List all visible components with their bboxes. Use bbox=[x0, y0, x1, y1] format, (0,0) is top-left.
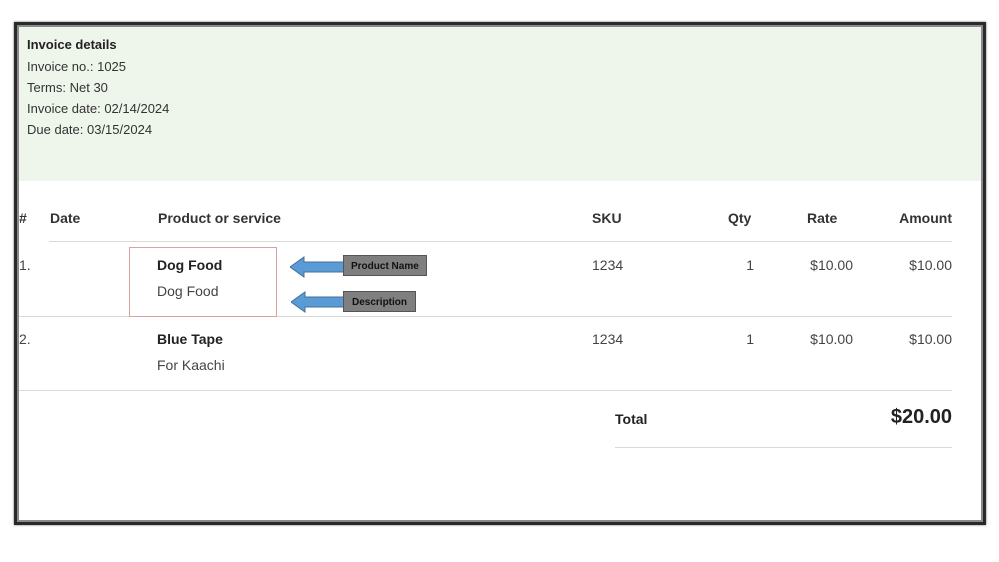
description-arrow-icon bbox=[291, 291, 347, 313]
header-divider bbox=[49, 241, 952, 242]
total-value: $20.00 bbox=[890, 406, 952, 428]
column-header-date: Date bbox=[50, 210, 81, 226]
row-rate: $10.00 bbox=[810, 257, 853, 273]
column-header-amount: Amount bbox=[899, 210, 952, 226]
description-callout: Description bbox=[343, 291, 417, 312]
column-header-sku: SKU bbox=[592, 210, 622, 226]
invoice-due-date: Due date: 03/15/2024 bbox=[27, 122, 153, 137]
invoice-terms: Terms: Net 30 bbox=[27, 80, 108, 95]
row-number: 1. bbox=[19, 257, 31, 273]
product-name: Blue Tape bbox=[157, 331, 223, 347]
row-amount: $10.00 bbox=[909, 331, 952, 347]
row-qty: 1 bbox=[746, 257, 754, 273]
row-rate: $10.00 bbox=[810, 331, 853, 347]
invoice-date: Invoice date: 02/14/2024 bbox=[27, 101, 170, 116]
column-header-qty: Qty bbox=[728, 210, 752, 226]
invoice-page: Invoice details Invoice no.: 1025 Terms:… bbox=[19, 27, 981, 520]
row-amount: $10.00 bbox=[909, 257, 952, 273]
row-number: 2. bbox=[19, 331, 31, 347]
product-description: For Kaachi bbox=[157, 357, 225, 373]
column-header-product: Product or service bbox=[158, 210, 281, 226]
row-divider bbox=[19, 390, 952, 391]
invoice-frame-inner: Invoice details Invoice no.: 1025 Terms:… bbox=[17, 25, 983, 522]
product-name-arrow-icon bbox=[290, 256, 346, 278]
total-label: Total bbox=[615, 411, 648, 427]
product-name-callout: Product Name bbox=[343, 255, 427, 276]
row-qty: 1 bbox=[746, 331, 754, 347]
product-highlight-box bbox=[129, 247, 277, 317]
invoice-details-title: Invoice details bbox=[27, 37, 117, 52]
row-sku: 1234 bbox=[592, 257, 624, 273]
column-header-number: # bbox=[19, 210, 27, 226]
total-divider bbox=[615, 447, 952, 448]
column-header-rate: Rate bbox=[807, 210, 838, 226]
invoice-number: Invoice no.: 1025 bbox=[27, 59, 127, 74]
invoice-details-panel: Invoice details Invoice no.: 1025 Terms:… bbox=[19, 27, 981, 181]
row-sku: 1234 bbox=[592, 331, 624, 347]
invoice-frame: Invoice details Invoice no.: 1025 Terms:… bbox=[14, 22, 986, 525]
